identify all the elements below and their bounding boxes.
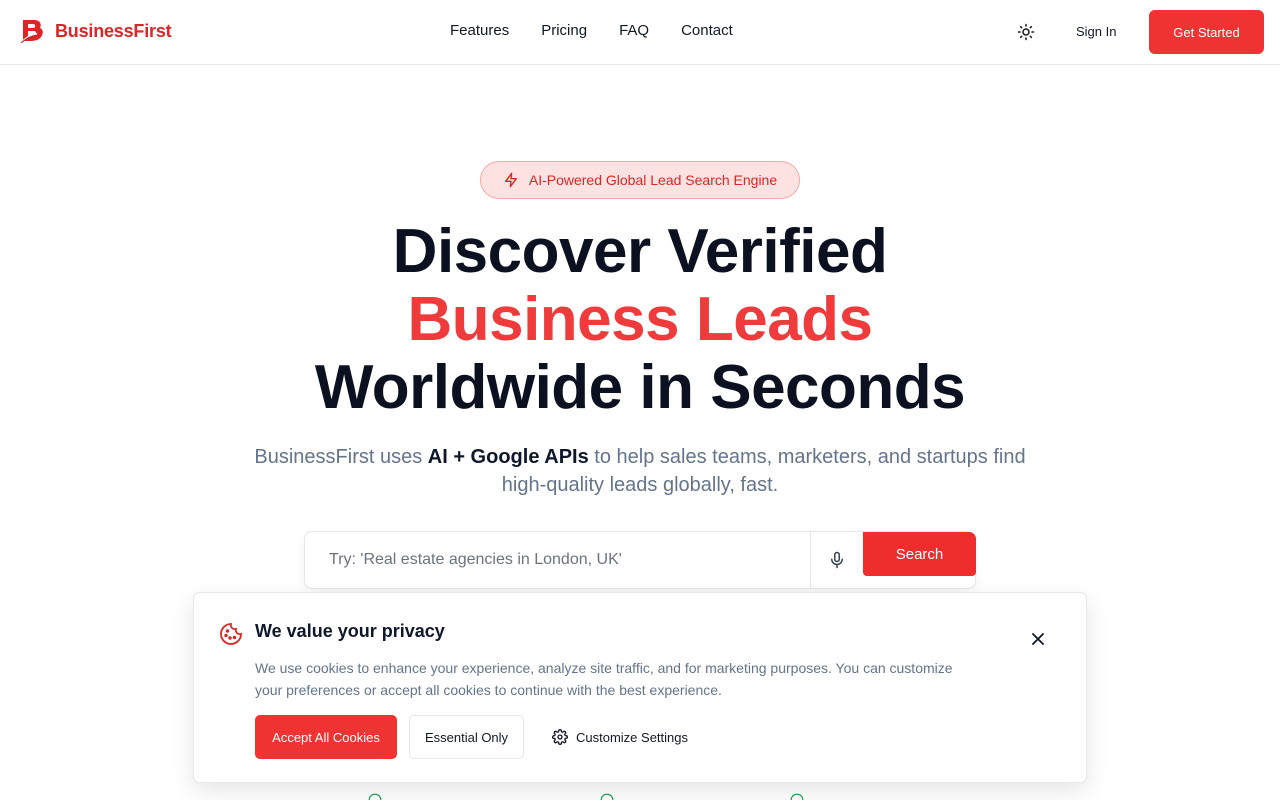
gear-icon (552, 729, 568, 745)
check-circle-icon (600, 793, 614, 800)
microphone-icon (831, 551, 843, 569)
theme-toggle-button[interactable] (1013, 19, 1039, 45)
feature-check-2 (600, 793, 614, 800)
headline-line-2: Business Leads (407, 285, 873, 354)
customize-settings-button[interactable]: Customize Settings (544, 715, 696, 759)
feature-check-3 (790, 793, 804, 800)
close-icon (1032, 633, 1044, 645)
sun-icon (1017, 23, 1035, 41)
sign-in-link[interactable]: Sign In (1066, 22, 1126, 41)
brand-logo-icon (20, 20, 43, 44)
cookie-icon (220, 623, 242, 645)
cookie-title: We value your privacy (255, 621, 445, 641)
headline-line-1: Discover Verified (392, 217, 888, 286)
search-button[interactable]: Search (863, 532, 976, 576)
nav-link-pricing[interactable]: Pricing (541, 22, 587, 39)
nav-link-contact[interactable]: Contact (681, 22, 733, 39)
check-circle-icon (790, 793, 804, 800)
get-started-button[interactable]: Get Started (1149, 10, 1264, 54)
brand-link[interactable]: BusinessFirst (19, 17, 172, 45)
customize-settings-label: Customize Settings (576, 729, 688, 745)
main-nav: Features Pricing FAQ Contact (450, 22, 733, 39)
voice-search-button[interactable] (810, 532, 863, 588)
check-circle-icon (368, 793, 382, 800)
lightning-icon (504, 172, 517, 188)
subtitle-before: BusinessFirst uses (254, 446, 428, 468)
cookie-description: We use cookies to enhance your experienc… (255, 660, 953, 698)
search-bar: Search (304, 531, 976, 589)
brand-name: BusinessFirst (55, 20, 172, 41)
nav-link-features[interactable]: Features (450, 22, 509, 39)
search-input[interactable] (305, 532, 810, 588)
feature-check-1 (368, 793, 382, 800)
hero-badge-label: AI-Powered Global Lead Search Engine (528, 172, 778, 188)
hero-subtitle: BusinessFirst uses AI + Google APIs to h… (240, 443, 1040, 499)
hero-badge: AI-Powered Global Lead Search Engine (480, 161, 800, 199)
hero-headline: Discover Verified Business Leads Worldwi… (0, 218, 1280, 422)
subtitle-strong: AI + Google APIs (427, 446, 589, 468)
accept-all-cookies-button[interactable]: Accept All Cookies (255, 715, 397, 759)
cookie-close-button[interactable] (1028, 629, 1048, 649)
nav-link-faq[interactable]: FAQ (619, 22, 649, 39)
site-header: BusinessFirst Features Pricing FAQ Conta… (0, 0, 1280, 65)
essential-only-button[interactable]: Essential Only (409, 715, 524, 759)
headline-line-3: Worldwide in Seconds (314, 353, 966, 422)
cookie-consent-banner: We value your privacy We use cookies to … (193, 592, 1087, 783)
